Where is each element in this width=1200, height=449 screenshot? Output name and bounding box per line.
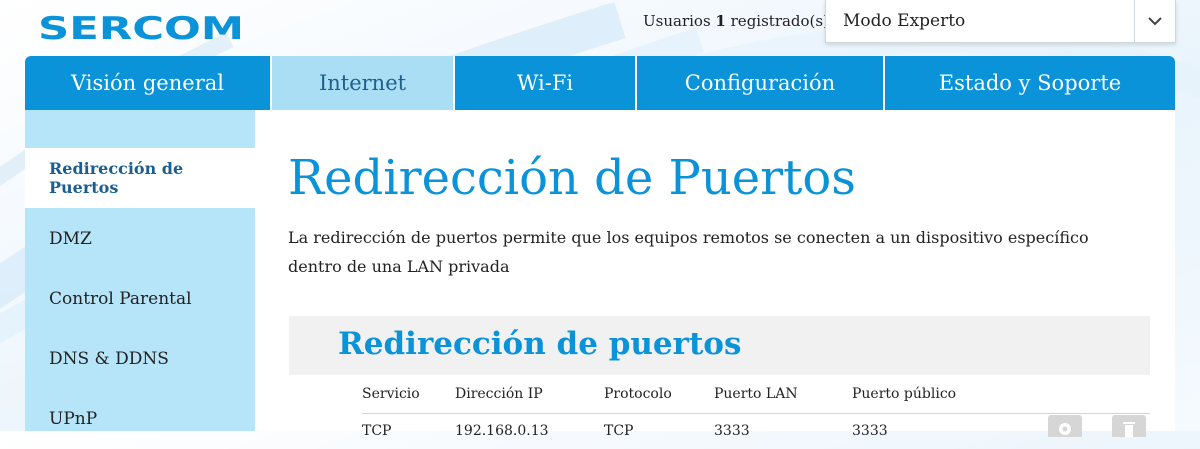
- sidebar-item-redireccion-puertos[interactable]: Redirección de Puertos: [25, 148, 255, 208]
- main-content: Redirección de Puertos La redirección de…: [255, 110, 1175, 439]
- col-puerto-lan: Puerto LAN: [714, 386, 798, 402]
- header: SERCOM Usuarios 1 registrado(s) Modo Exp…: [0, 0, 1200, 56]
- sercom-logo[interactable]: SERCOM: [38, 12, 246, 42]
- col-puerto-publico: Puerto público: [852, 386, 957, 402]
- section-header: Redirección de puertos: [289, 316, 1150, 375]
- row-puerto-publico: 3333: [852, 423, 888, 439]
- row-servicio: TCP: [362, 423, 392, 439]
- sidebar-item-dns-ddns[interactable]: DNS & DDNS: [25, 329, 255, 389]
- gear-icon: [1059, 423, 1071, 435]
- row-protocolo: TCP: [604, 423, 634, 439]
- row-puerto-lan: 3333: [714, 423, 750, 439]
- users-label: Usuarios: [643, 12, 711, 30]
- svg-text:SERCOM: SERCOM: [38, 12, 244, 42]
- mode-select-value: Modo Experto: [843, 11, 966, 31]
- sidebar: Redirección de Puertos DMZ Control Paren…: [25, 110, 255, 431]
- table-header: Servicio Dirección IP Protocolo Puerto L…: [289, 375, 1150, 413]
- page-title: Redirección de Puertos: [288, 150, 856, 206]
- users-count: 1: [715, 12, 726, 30]
- col-direccion-ip: Dirección IP: [455, 386, 543, 402]
- tab-internet[interactable]: Internet: [272, 56, 455, 110]
- sidebar-item-control-parental[interactable]: Control Parental: [25, 269, 255, 329]
- tab-estado-soporte[interactable]: Estado y Soporte: [885, 56, 1175, 110]
- sidebar-item-dmz[interactable]: DMZ: [25, 209, 255, 269]
- tab-configuracion[interactable]: Configuración: [637, 56, 885, 110]
- table-divider: [362, 413, 1150, 414]
- tab-wifi[interactable]: Wi-Fi: [455, 56, 637, 110]
- mode-select[interactable]: Modo Experto: [825, 0, 1176, 43]
- registered-users: Usuarios 1 registrado(s): [643, 12, 829, 30]
- sidebar-item-upnp[interactable]: UPnP: [25, 389, 255, 449]
- main-nav: Visión general Internet Wi-Fi Configurac…: [25, 56, 1175, 110]
- row-ip: 192.168.0.13: [455, 423, 549, 439]
- col-protocolo: Protocolo: [604, 386, 672, 402]
- users-suffix: registrado(s): [730, 12, 829, 30]
- chevron-down-icon[interactable]: [1134, 0, 1175, 42]
- section-title: Redirección de puertos: [338, 326, 742, 362]
- trash-icon: [1123, 422, 1135, 437]
- col-servicio: Servicio: [362, 386, 420, 402]
- page-description: La redirección de puertos permite que lo…: [288, 228, 1089, 276]
- edit-rule-button[interactable]: [1048, 415, 1082, 437]
- tab-vision-general[interactable]: Visión general: [25, 56, 272, 110]
- delete-rule-button[interactable]: [1112, 415, 1146, 437]
